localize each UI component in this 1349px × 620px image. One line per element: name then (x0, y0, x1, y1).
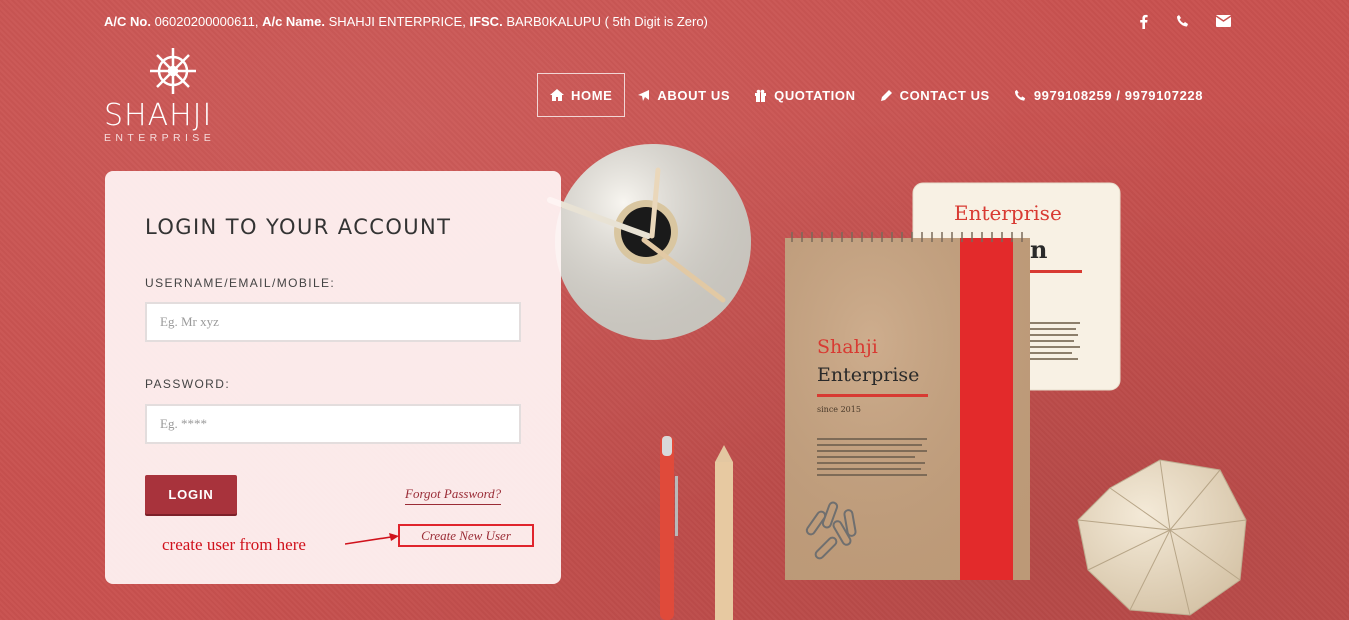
phone-icon[interactable] (1175, 12, 1191, 30)
nav-phone[interactable]: 9979108259 / 9979107228 (1002, 73, 1215, 117)
facebook-icon[interactable] (1135, 12, 1151, 30)
nav-home[interactable]: HOME (537, 73, 626, 117)
nav-quotation-label: QUOTATION (774, 87, 856, 103)
acname-label: A/c Name. (262, 14, 325, 29)
pencil-image (715, 445, 733, 620)
create-new-user-link[interactable]: Create New User (398, 524, 534, 547)
nav-quotation[interactable]: QUOTATION (742, 73, 867, 117)
pencil-icon (880, 89, 892, 101)
notebook-image: Shahji Enterprise since 2015 (785, 232, 1030, 580)
pen-image (660, 436, 678, 620)
main-nav: HOME ABOUT US QUOTATION CONTACT US 99791… (537, 73, 1215, 117)
username-input[interactable] (145, 302, 521, 342)
nav-about-us[interactable]: ABOUT US (625, 73, 742, 117)
forgot-password-link[interactable]: Forgot Password? (405, 486, 502, 505)
nav-contact-us[interactable]: CONTACT US (868, 73, 1002, 117)
annotation-text: create user from here (162, 535, 306, 554)
background-scene: Enterprise n Shahji Enterprise since 201… (547, 144, 1247, 620)
login-card: LOGIN TO YOUR ACCOUNT USERNAME/EMAIL/MOB… (105, 171, 561, 584)
ifsc-label: IFSC. (469, 14, 503, 29)
ship-wheel-icon (150, 48, 196, 94)
acno-label: A/C No. (104, 14, 151, 29)
home-icon (550, 89, 564, 101)
envelope-icon[interactable] (1215, 12, 1231, 30)
notebook-since-text: since 2015 (817, 405, 861, 414)
nav-phone-label: 9979108259 / 9979107228 (1033, 87, 1204, 103)
annotation-arrow-icon (345, 533, 399, 545)
notebook-line1-text: Shahji (817, 336, 878, 358)
brand-logo[interactable]: SHAHJI ENTERPRISE (104, 46, 244, 150)
phone-icon (1014, 89, 1025, 101)
acname-value: SHAHJI ENTERPRICE, (328, 14, 466, 29)
ifsc-value: BARB0KALUPU ( 5th Digit is Zero) (506, 14, 708, 29)
business-card-image: Enterprise n (912, 182, 1121, 391)
username-label: USERNAME/EMAIL/MOBILE: (145, 276, 336, 290)
nav-about-label: ABOUT US (657, 87, 731, 103)
password-input[interactable] (145, 404, 521, 444)
logo-subtitle: ENTERPRISE (104, 132, 216, 144)
card-title-text: Enterprise (954, 201, 1062, 225)
bank-details: A/C No. 06020200000611, A/c Name. SHAHJI… (104, 14, 708, 29)
social-icons (1135, 12, 1231, 30)
card-partial-text: n (1030, 235, 1047, 264)
acno-value: 06020200000611, (154, 14, 259, 29)
login-button[interactable]: LOGIN (145, 475, 237, 514)
plane-icon (638, 89, 650, 101)
logo-name: SHAHJI (104, 98, 213, 133)
pencil-cup-image (547, 144, 751, 340)
nav-home-label: HOME (571, 87, 613, 103)
login-title: LOGIN TO YOUR ACCOUNT (145, 215, 452, 239)
globe-image (1077, 459, 1247, 616)
gift-icon (755, 89, 767, 102)
password-label: PASSWORD: (145, 377, 231, 391)
nav-contact-label: CONTACT US (899, 87, 990, 103)
notebook-line2-text: Enterprise (817, 364, 919, 386)
